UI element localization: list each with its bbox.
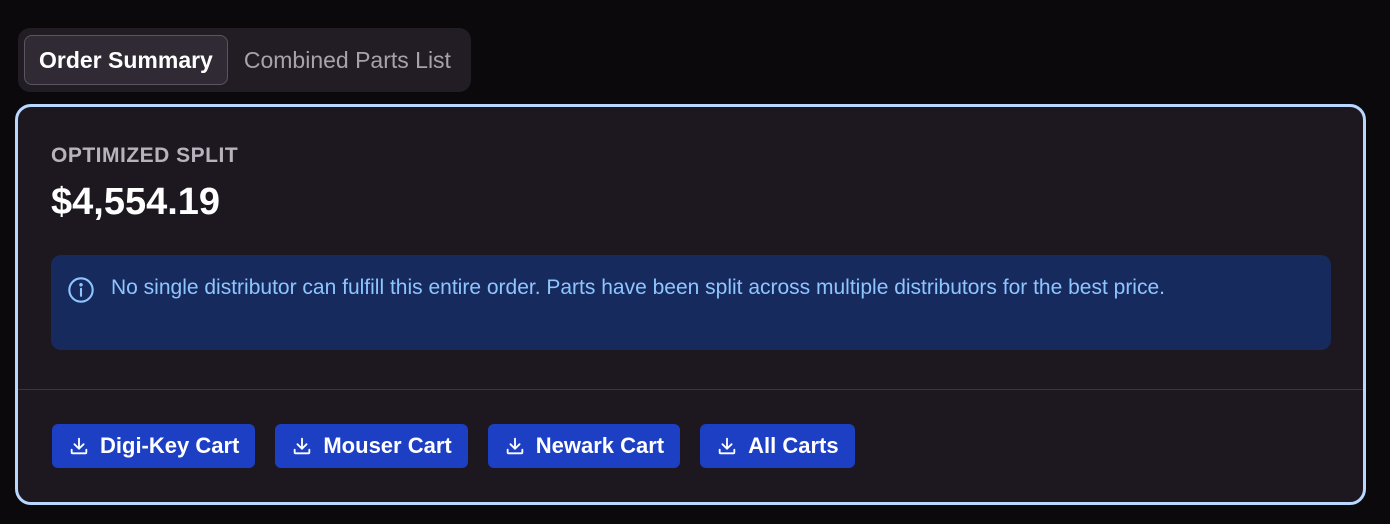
button-label: Digi-Key Cart (100, 433, 240, 458)
download-icon (718, 437, 736, 455)
all-carts-button[interactable]: All Carts (700, 424, 855, 468)
button-label: Newark Cart (535, 433, 665, 458)
info-alert: No single distributor can fulfill this e… (51, 255, 1331, 350)
tab-combined-parts-list[interactable]: Combined Parts List (230, 35, 465, 85)
download-icon (70, 437, 88, 455)
digikey-cart-button[interactable]: Digi-Key Cart (52, 424, 256, 468)
download-icon (294, 437, 311, 455)
split-label: OPTIMIZED SPLIT (51, 144, 239, 167)
summary-section: OPTIMIZED SPLIT $4,554.19 No single dist… (18, 107, 1363, 389)
alert-message: No single distributor can fulfill this e… (111, 276, 1165, 299)
view-tabs: Order Summary Combined Parts List (18, 28, 471, 92)
cart-actions: Digi-Key Cart Mouser Cart Newark Cart Al… (18, 390, 1363, 468)
button-label: All Carts (748, 433, 839, 458)
total-amount: $4,554.19 (51, 181, 221, 223)
mouser-cart-button[interactable]: Mouser Cart (275, 424, 468, 468)
button-label: Mouser Cart (323, 433, 452, 458)
tab-order-summary[interactable]: Order Summary (24, 35, 228, 85)
info-icon (68, 277, 94, 303)
optimized-split-card: OPTIMIZED SPLIT $4,554.19 No single dist… (15, 104, 1366, 505)
download-icon (506, 437, 523, 455)
newark-cart-button[interactable]: Newark Cart (487, 424, 681, 468)
